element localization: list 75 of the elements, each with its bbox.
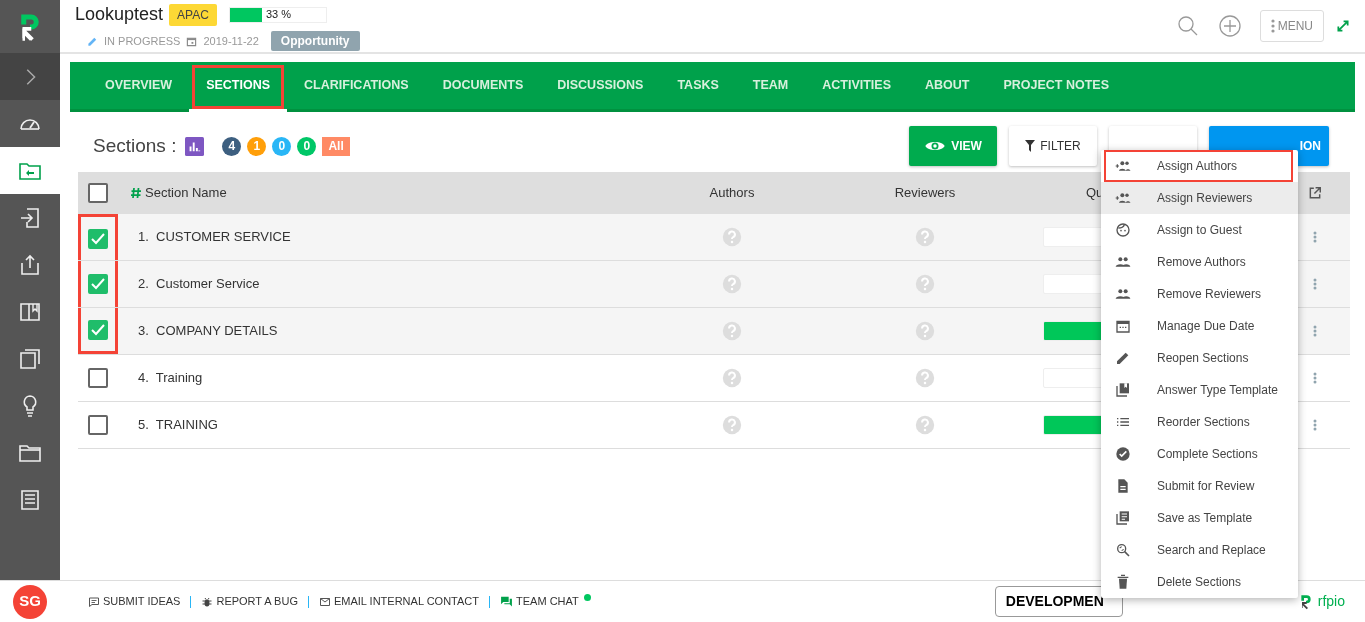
- chart-icon[interactable]: [185, 136, 205, 156]
- hash-icon: [130, 187, 142, 199]
- footer-link[interactable]: REPORT A BUG: [216, 593, 298, 610]
- region-tag: APAC: [169, 3, 217, 26]
- face-icon: [1115, 222, 1131, 238]
- checkbox[interactable]: [88, 415, 108, 435]
- pencil-icon: [87, 35, 98, 47]
- menu-item[interactable]: Manage Due Date: [1101, 310, 1298, 342]
- menu-button[interactable]: MENU: [1259, 10, 1324, 42]
- project-type: Opportunity: [270, 31, 360, 51]
- eye-icon: [924, 139, 947, 153]
- checkbox[interactable]: [88, 228, 108, 249]
- add-icon[interactable]: [1217, 14, 1242, 38]
- section-name[interactable]: 3. COMPANY DETAILS: [138, 323, 278, 339]
- section-name[interactable]: 2. Customer Service: [138, 276, 260, 292]
- calendar-icon: [1115, 318, 1131, 334]
- menu-item[interactable]: Assign Reviewers: [1101, 182, 1298, 214]
- footer-link[interactable]: TEAM CHAT: [516, 593, 579, 610]
- project-title: Lookuptest: [75, 3, 164, 26]
- avatar[interactable]: SG: [13, 584, 47, 619]
- menu-item[interactable]: Save as Template: [1101, 502, 1298, 534]
- people-icon: [1115, 286, 1131, 302]
- bug-icon: [201, 595, 214, 608]
- column-header: Authors: [709, 184, 755, 203]
- more-icon: [1270, 19, 1275, 33]
- document-icon: [1115, 478, 1131, 494]
- upload-icon[interactable]: [18, 252, 42, 277]
- menu-item[interactable]: Reopen Sections: [1101, 342, 1298, 374]
- search-icon[interactable]: [1175, 14, 1200, 38]
- section-name[interactable]: 4. Training: [138, 370, 203, 386]
- checkbox[interactable]: [88, 319, 108, 340]
- expand-icon[interactable]: [1336, 19, 1350, 33]
- brand-name: rfpio: [1317, 592, 1345, 611]
- feedback-icon: [88, 595, 100, 608]
- section-name[interactable]: 5. TRAINING: [138, 417, 218, 433]
- chat-icon: [500, 595, 513, 608]
- document-icon[interactable]: [18, 487, 42, 512]
- menu-item[interactable]: Assign to Guest: [1101, 214, 1298, 246]
- count-badge[interactable]: 4: [222, 136, 242, 156]
- footer-link[interactable]: EMAIL INTERNAL CONTACT: [333, 593, 479, 610]
- footer-link[interactable]: SUBMIT IDEAS: [103, 593, 181, 610]
- check-circle-icon: [1115, 446, 1131, 462]
- filter-icon: [1025, 140, 1036, 152]
- status-text: IN PROGRESS: [104, 33, 181, 49]
- menu-item[interactable]: Search and Replace: [1101, 534, 1298, 566]
- menu-item[interactable]: Answer Type Template: [1101, 374, 1298, 406]
- environment-button[interactable]: DEVELOPMEN: [994, 586, 1123, 617]
- menu-item[interactable]: Remove Authors: [1101, 246, 1298, 278]
- mail-icon: [318, 595, 331, 608]
- menu-item[interactable]: Complete Sections: [1101, 438, 1298, 470]
- sections-title: Sections :: [93, 133, 177, 158]
- menu-item[interactable]: Remove Reviewers: [1101, 278, 1298, 310]
- progress-reading: 33 %: [265, 7, 291, 23]
- menu-item[interactable]: Reorder Sections: [1101, 406, 1298, 438]
- add-people-icon: [1115, 190, 1131, 206]
- column-header: Section Name: [145, 184, 227, 203]
- menu-item[interactable]: Submit for Review: [1101, 470, 1298, 502]
- checkbox[interactable]: [88, 183, 108, 203]
- checkbox[interactable]: [88, 274, 108, 294]
- external-link-icon[interactable]: [1308, 186, 1322, 200]
- section-name[interactable]: 1. CUSTOMER SERVICE: [138, 229, 291, 245]
- trash-icon: [1115, 574, 1131, 590]
- people-icon: [1115, 254, 1131, 270]
- filter-button[interactable]: FILTER: [1009, 126, 1097, 166]
- sign-in-icon[interactable]: [18, 205, 42, 230]
- pencil-icon: [1115, 350, 1131, 366]
- book-icon: [1115, 382, 1131, 398]
- checkbox[interactable]: [88, 368, 108, 388]
- column-header: Reviewers: [894, 184, 956, 203]
- due-date: 2019-11-22: [203, 33, 259, 49]
- template-icon: [1115, 510, 1131, 526]
- search-icon: [1115, 542, 1131, 558]
- calendar-icon: [186, 35, 198, 47]
- add-people-icon: [1115, 158, 1131, 174]
- copy-icon[interactable]: [18, 346, 42, 371]
